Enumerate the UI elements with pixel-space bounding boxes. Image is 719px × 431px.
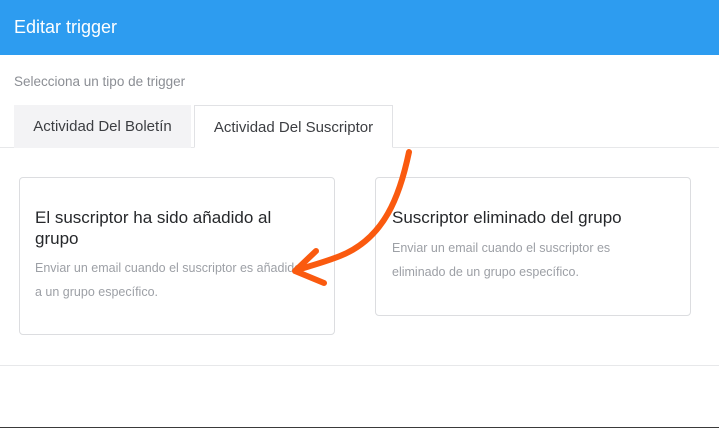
trigger-option-subscriber-removed[interactable]: Suscriptor eliminado del grupo Enviar un… [375, 177, 691, 316]
trigger-type-label: Selecciona un tipo de trigger [14, 74, 186, 89]
modal-header: Editar trigger [0, 0, 719, 55]
trigger-option-subscriber-added[interactable]: El suscriptor ha sido añadido al grupo E… [19, 177, 335, 335]
footer-divider [0, 365, 719, 366]
modal-title: Editar trigger [14, 17, 118, 37]
option-title: Suscriptor eliminado del grupo [392, 208, 622, 227]
window-bottom-edge [0, 427, 719, 431]
option-description: Enviar un email cuando el suscriptor es … [392, 241, 611, 279]
tab-newsletter-activity[interactable]: Actividad Del Boletín [14, 105, 191, 148]
option-description: Enviar un email cuando el suscriptor es … [35, 261, 302, 299]
tab-subscriber-activity[interactable]: Actividad Del Suscriptor [194, 105, 393, 148]
option-title: El suscriptor ha sido añadido al grupo [35, 208, 272, 248]
